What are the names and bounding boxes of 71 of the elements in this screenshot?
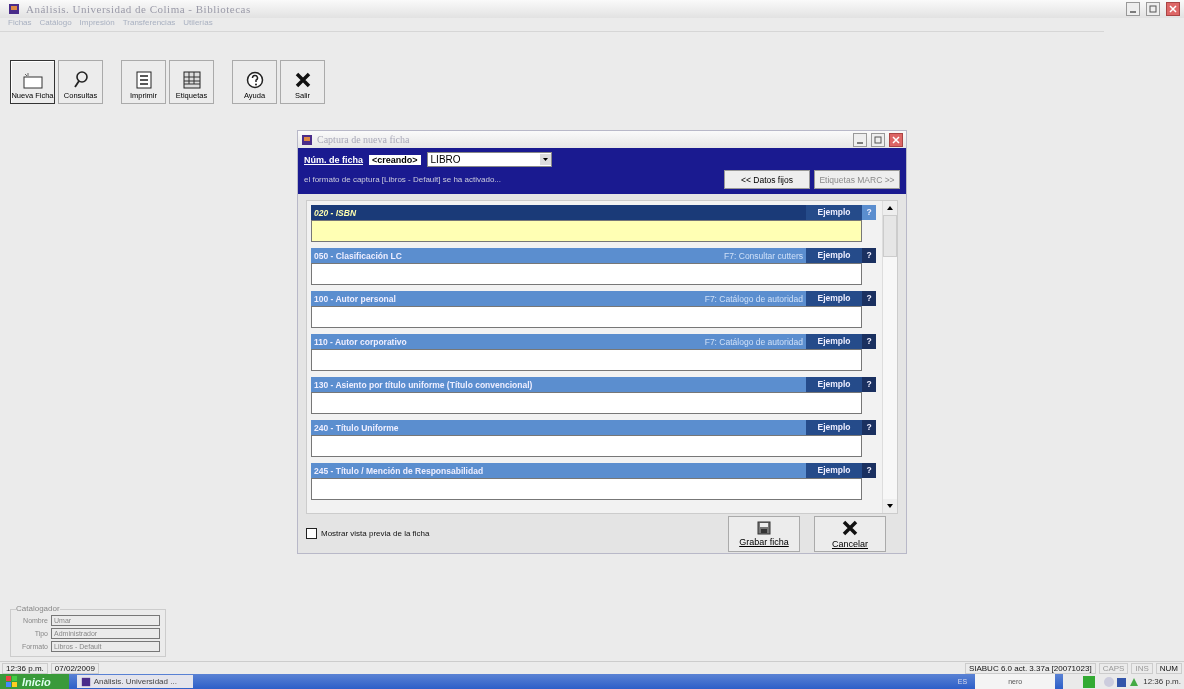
example-button[interactable]: Ejemplo bbox=[806, 463, 862, 478]
scroll-thumb[interactable] bbox=[883, 215, 897, 257]
field-label: 110 - Autor corporativo bbox=[313, 336, 407, 347]
search-icon bbox=[72, 71, 89, 89]
field-hint: F7: Consultar cutters bbox=[724, 250, 804, 261]
example-button[interactable]: Ejemplo bbox=[806, 334, 862, 349]
minimize-button[interactable] bbox=[1126, 2, 1140, 16]
field-label: 245 - Título / Mención de Responsabilidad bbox=[313, 465, 484, 476]
input-field[interactable] bbox=[311, 220, 862, 242]
app-icon bbox=[80, 676, 91, 687]
record-number-field: <creando> bbox=[369, 154, 421, 165]
example-button[interactable]: Ejemplo bbox=[806, 377, 862, 392]
type-dropdown[interactable]: LIBRO bbox=[426, 152, 552, 167]
key-indicator: CAPS bbox=[1098, 662, 1129, 674]
key-indicator: INS bbox=[1131, 662, 1153, 674]
nav-button[interactable]: << Datos fijos bbox=[724, 170, 810, 189]
help-button[interactable]: ? bbox=[862, 377, 876, 392]
key-indicator: NUM bbox=[1155, 662, 1182, 674]
close-button[interactable] bbox=[889, 132, 903, 147]
field-label: 130 - Asiento por título uniforme (Título convencional) bbox=[313, 379, 533, 390]
example-button[interactable]: Ejemplo bbox=[806, 205, 862, 220]
status-version: SIABUC 6.0 act. 3.37a [20071023] bbox=[964, 662, 1096, 674]
field-label: 100 - Autor personal bbox=[313, 293, 396, 304]
example-button[interactable]: Ejemplo bbox=[806, 291, 862, 306]
checkbox-label: Mostrar vista previa de la ficha bbox=[321, 529, 430, 538]
help-button[interactable]: ? bbox=[862, 334, 876, 349]
scrollbar[interactable] bbox=[882, 201, 897, 513]
tray-icons-drawing bbox=[1083, 675, 1140, 688]
flag-icon bbox=[6, 675, 18, 688]
floppy-icon bbox=[757, 520, 771, 535]
field-label: 020 - ISBN bbox=[313, 207, 357, 218]
dialog-title: Captura de nueva ficha bbox=[317, 134, 410, 145]
close-icon bbox=[841, 518, 859, 537]
taskbar-button[interactable]: Análisis. Universidad ... bbox=[76, 675, 193, 688]
app-icon bbox=[301, 133, 313, 146]
example-button[interactable]: Ejemplo bbox=[806, 248, 862, 263]
input-field[interactable] bbox=[311, 349, 862, 371]
tray-clock: 12:36 p.m. bbox=[1143, 677, 1181, 686]
window-icon bbox=[21, 73, 44, 89]
group-title: Catalogador bbox=[16, 604, 60, 613]
field-hint: F7: Catálogo de autoridad bbox=[704, 336, 804, 347]
app-icon bbox=[8, 3, 20, 15]
input-field[interactable] bbox=[311, 478, 862, 500]
example-button[interactable]: Ejemplo bbox=[806, 420, 862, 435]
list-icon bbox=[135, 71, 152, 89]
input-field[interactable] bbox=[311, 263, 862, 285]
window-title: Análisis. Universidad de Colima - Bibliotecas bbox=[26, 3, 251, 15]
minimize-button[interactable] bbox=[853, 132, 867, 147]
help-button[interactable]: ? bbox=[862, 463, 876, 478]
input-field[interactable] bbox=[311, 392, 862, 414]
help-button[interactable]: ? bbox=[862, 248, 876, 263]
field-hint: F7: Catálogo de autoridad bbox=[704, 293, 804, 304]
field-label: 050 - Clasificación LC bbox=[313, 250, 402, 261]
checkbox[interactable] bbox=[306, 528, 317, 539]
close-button[interactable] bbox=[1166, 2, 1180, 16]
record-label: Núm. de ficha bbox=[304, 154, 363, 165]
status-message: el formato de captura [Libros - Default] se ha activado... bbox=[304, 175, 501, 184]
close-icon bbox=[293, 71, 312, 89]
status-date: 07/02/2009 bbox=[50, 662, 99, 674]
help-icon bbox=[245, 71, 264, 89]
help-button[interactable]: ? bbox=[862, 291, 876, 306]
input-field[interactable] bbox=[311, 435, 862, 457]
help-button[interactable]: ? bbox=[862, 420, 876, 435]
cancel-button[interactable]: Cancelar bbox=[814, 515, 886, 552]
grid-icon bbox=[182, 71, 201, 89]
maximize-button[interactable] bbox=[1146, 2, 1160, 16]
status-time: 12:36 p.m. bbox=[2, 662, 48, 674]
maximize-button[interactable] bbox=[871, 132, 885, 147]
save-button[interactable]: Grabar ficha bbox=[728, 515, 800, 552]
field-label: 240 - Título Uniforme bbox=[313, 422, 399, 433]
input-field[interactable] bbox=[311, 306, 862, 328]
